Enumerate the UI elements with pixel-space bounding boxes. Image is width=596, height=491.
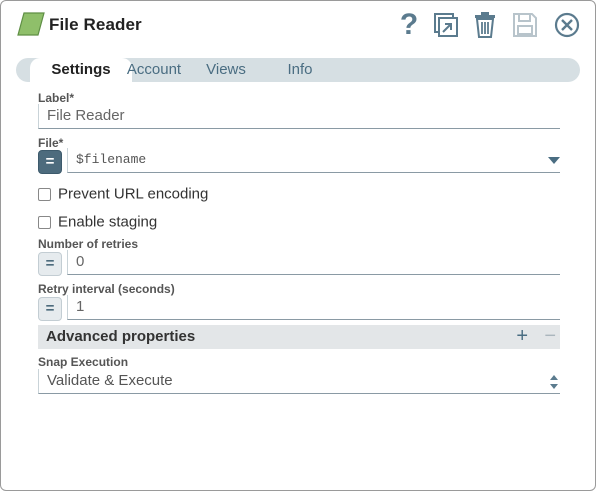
help-button[interactable]: ? — [394, 10, 424, 40]
file-expression-toggle[interactable]: = — [38, 150, 62, 174]
checkbox-box[interactable] — [38, 215, 51, 229]
tab-settings[interactable]: Settings — [30, 58, 132, 82]
prevent-url-encoding-checkbox[interactable]: Prevent URL encoding — [38, 185, 208, 205]
snap-execution-select[interactable]: Validate & Execute — [38, 369, 560, 394]
close-button[interactable] — [552, 10, 582, 40]
dialog-header: File Reader ? — [1, 1, 595, 51]
delete-button[interactable] — [470, 10, 500, 40]
file-dropdown-caret-icon[interactable] — [548, 157, 560, 164]
snap-settings-dialog: File Reader ? Settings Account Views Inf… — [0, 0, 596, 491]
enable-staging-label: Enable staging — [58, 213, 158, 231]
retry-interval-expression-toggle[interactable]: = — [38, 297, 62, 321]
snap-execution-label: Snap Execution — [38, 355, 129, 369]
dialog-title: File Reader — [49, 15, 142, 34]
expand-icon — [434, 13, 458, 37]
advanced-properties-title: Advanced properties — [46, 328, 196, 345]
enable-staging-checkbox[interactable]: Enable staging — [38, 213, 157, 233]
number-of-retries-label: Number of retries — [38, 237, 139, 251]
tab-bar: Settings Account Views Info — [16, 58, 580, 82]
remove-property-button[interactable]: − — [544, 325, 556, 347]
snap-execution-value: Validate & Execute — [47, 372, 173, 389]
file-input-value: $filename — [76, 152, 147, 167]
number-of-retries-input[interactable]: 0 — [67, 250, 560, 275]
tab-views[interactable]: Views — [204, 58, 248, 82]
retries-expression-toggle[interactable]: = — [38, 252, 62, 276]
close-icon — [554, 12, 580, 38]
expand-button[interactable] — [430, 10, 460, 40]
retry-interval-label: Retry interval (seconds) — [38, 282, 175, 296]
help-icon: ? — [399, 8, 419, 41]
label-field-label: Label* — [38, 91, 75, 105]
tab-account[interactable]: Account — [120, 58, 188, 82]
tab-info[interactable]: Info — [284, 58, 316, 82]
save-icon — [513, 13, 537, 37]
label-input[interactable]: File Reader — [38, 104, 560, 129]
delete-icon — [475, 12, 495, 38]
save-button[interactable] — [510, 10, 540, 40]
advanced-properties-section: Advanced properties + − — [38, 325, 560, 349]
add-property-button[interactable]: + — [516, 325, 528, 347]
prevent-url-encoding-label: Prevent URL encoding — [58, 185, 209, 203]
select-spinner-icon — [550, 375, 558, 389]
file-field-label: File* — [38, 136, 64, 150]
snap-parallelogram-icon — [17, 12, 45, 36]
checkbox-box[interactable] — [38, 187, 51, 201]
retry-interval-input[interactable]: 1 — [67, 295, 560, 320]
file-input[interactable]: $filename — [67, 148, 560, 173]
